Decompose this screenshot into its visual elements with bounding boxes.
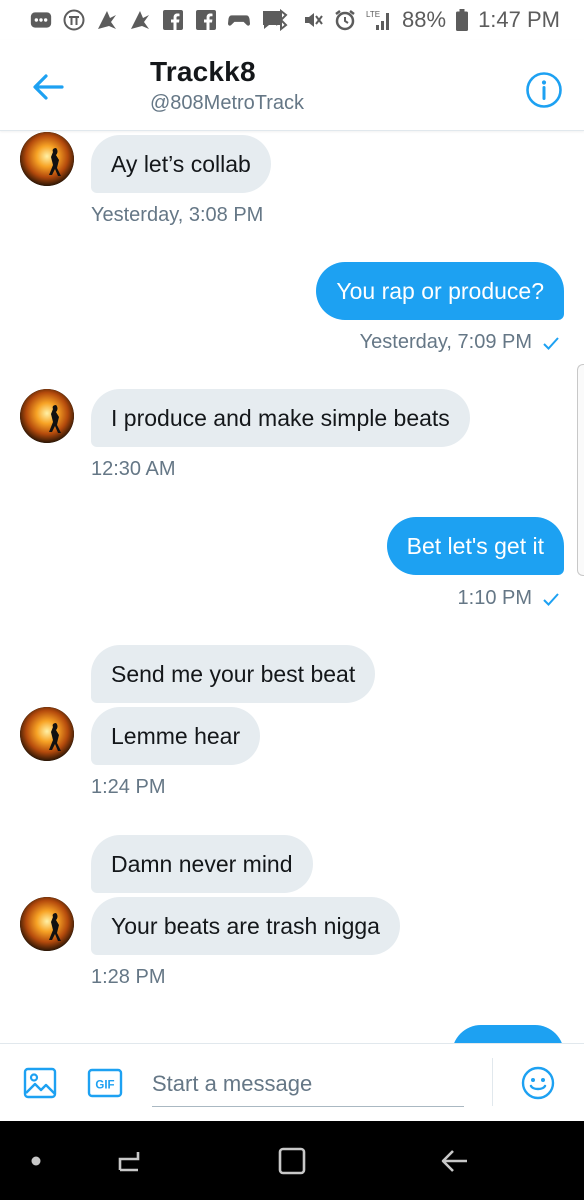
game-controller-icon	[228, 10, 250, 30]
svg-text:LTE: LTE	[366, 10, 380, 19]
app-notification-icon	[96, 10, 118, 30]
image-icon	[23, 1067, 57, 1099]
dot-icon	[31, 1156, 41, 1166]
clock: 1:47 PM	[478, 7, 560, 32]
lte-signal-icon: LTE	[366, 10, 392, 30]
message-timestamp: 12:30 AM	[91, 458, 176, 480]
facebook-icon-2	[195, 10, 217, 30]
contact-handle: @808MetroTrack	[150, 92, 305, 114]
message-status: Yesterday, 7:09 PM	[360, 331, 560, 354]
message-composer: GIF	[0, 1043, 584, 1122]
alarm-icon	[334, 10, 356, 31]
fire-avatar-image	[20, 707, 74, 761]
conversation-header: Trackk8 @808MetroTrack	[0, 40, 584, 131]
bluetooth-icon	[270, 9, 292, 31]
system-icons: LTE 88% 1:47 PM	[270, 7, 560, 32]
back-arrow-icon	[33, 74, 64, 100]
app-notification-icon-2	[129, 10, 151, 30]
battery-percent: 88%	[402, 7, 447, 32]
android-navigation-bar	[0, 1121, 584, 1200]
gif-icon: GIF	[87, 1068, 123, 1098]
incoming-message[interactable]: Lemme hear	[91, 707, 261, 765]
nav-dot-button[interactable]	[14, 1139, 58, 1183]
message-timestamp: Yesterday, 7:09 PM	[359, 331, 532, 353]
fire-avatar-image	[20, 389, 74, 443]
info-button[interactable]	[524, 70, 564, 110]
message-input[interactable]	[152, 1062, 464, 1107]
back-nav-icon	[441, 1150, 467, 1172]
avatar[interactable]	[20, 389, 74, 443]
incoming-message[interactable]: I produce and make simple beats	[91, 389, 470, 447]
incoming-message[interactable]: Damn never mind	[91, 835, 313, 893]
sent-check-icon	[543, 592, 559, 606]
home-icon	[278, 1147, 306, 1175]
incoming-message[interactable]: Ay let’s collab	[91, 135, 271, 193]
fire-avatar-image	[20, 897, 74, 951]
message-timestamp: 1:10 PM	[457, 587, 532, 609]
outgoing-message[interactable]: You rap or produce?	[316, 262, 564, 320]
facebook-icon	[162, 10, 184, 30]
message-timestamp: Yesterday, 3:08 PM	[91, 204, 264, 226]
avatar[interactable]	[20, 132, 74, 186]
mute-icon	[302, 10, 324, 30]
smiley-icon	[521, 1066, 555, 1100]
back-button[interactable]	[26, 64, 72, 110]
gif-button[interactable]: GIF	[87, 1065, 123, 1101]
notification-icons	[30, 8, 283, 32]
scroll-indicator[interactable]	[577, 364, 584, 576]
avatar[interactable]	[20, 897, 74, 951]
message-timestamp: 1:28 PM	[91, 966, 166, 988]
photo-button[interactable]	[22, 1065, 58, 1101]
outgoing-message[interactable]: Bet let's get it	[386, 517, 564, 575]
back-nav-button[interactable]	[432, 1139, 476, 1183]
status-bar: LTE 88% 1:47 PM	[0, 0, 584, 40]
emoji-button[interactable]	[520, 1065, 556, 1101]
contact-name[interactable]: Trackk8	[150, 56, 256, 88]
svg-text:GIF: GIF	[95, 1080, 114, 1092]
recent-apps-icon	[118, 1152, 140, 1172]
message-status: 1:10 PM	[458, 587, 560, 610]
avatar[interactable]	[20, 707, 74, 761]
message-thread[interactable]: Ay let’s collab Yesterday, 3:08 PM You r…	[0, 131, 584, 1043]
more-notifications-icon	[30, 10, 52, 30]
home-button[interactable]	[270, 1139, 314, 1183]
outgoing-message-partial[interactable]	[452, 1025, 564, 1043]
composer-divider	[492, 1058, 493, 1106]
sent-check-icon	[543, 336, 559, 350]
incoming-message[interactable]: Send me your best beat	[91, 645, 376, 703]
incoming-message[interactable]: Your beats are trash nigga	[91, 897, 400, 955]
fire-avatar-image	[20, 132, 74, 186]
battery-icon	[456, 9, 469, 31]
message-timestamp: 1:24 PM	[91, 776, 166, 798]
recent-apps-button[interactable]	[107, 1139, 151, 1183]
info-icon	[526, 72, 562, 108]
pi-app-icon	[63, 9, 85, 31]
